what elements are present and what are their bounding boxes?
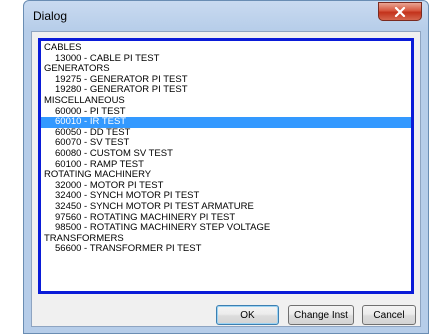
list-item[interactable]: 60080 - CUSTOM SV TEST: [41, 148, 411, 160]
list-group-header[interactable]: CABLES: [41, 42, 411, 54]
dialog-title: Dialog: [33, 9, 68, 23]
close-button[interactable]: [378, 2, 422, 21]
dialog-client-area: CABLES 13000 - CABLE PI TEST GENERATORS 192…: [31, 31, 421, 327]
list-item[interactable]: 56600 - TRANSFORMER PI TEST: [41, 244, 411, 255]
test-listbox[interactable]: CABLES 13000 - CABLE PI TEST GENERATORS 192…: [38, 38, 414, 294]
title-bar[interactable]: Dialog: [24, 1, 428, 31]
dialog-window: Dialog CABLES 13000 - CABLE PI TEST GENERA…: [23, 0, 429, 334]
cancel-button[interactable]: Cancel: [362, 305, 416, 325]
close-icon: [394, 6, 406, 17]
list-item[interactable]: 32450 - SYNCH MOTOR PI TEST ARMATURE: [41, 201, 411, 213]
ok-button[interactable]: OK: [216, 305, 279, 325]
list-group-header[interactable]: MISCELLANEOUS: [41, 95, 411, 107]
change-inst-button[interactable]: Change Inst: [288, 305, 354, 325]
